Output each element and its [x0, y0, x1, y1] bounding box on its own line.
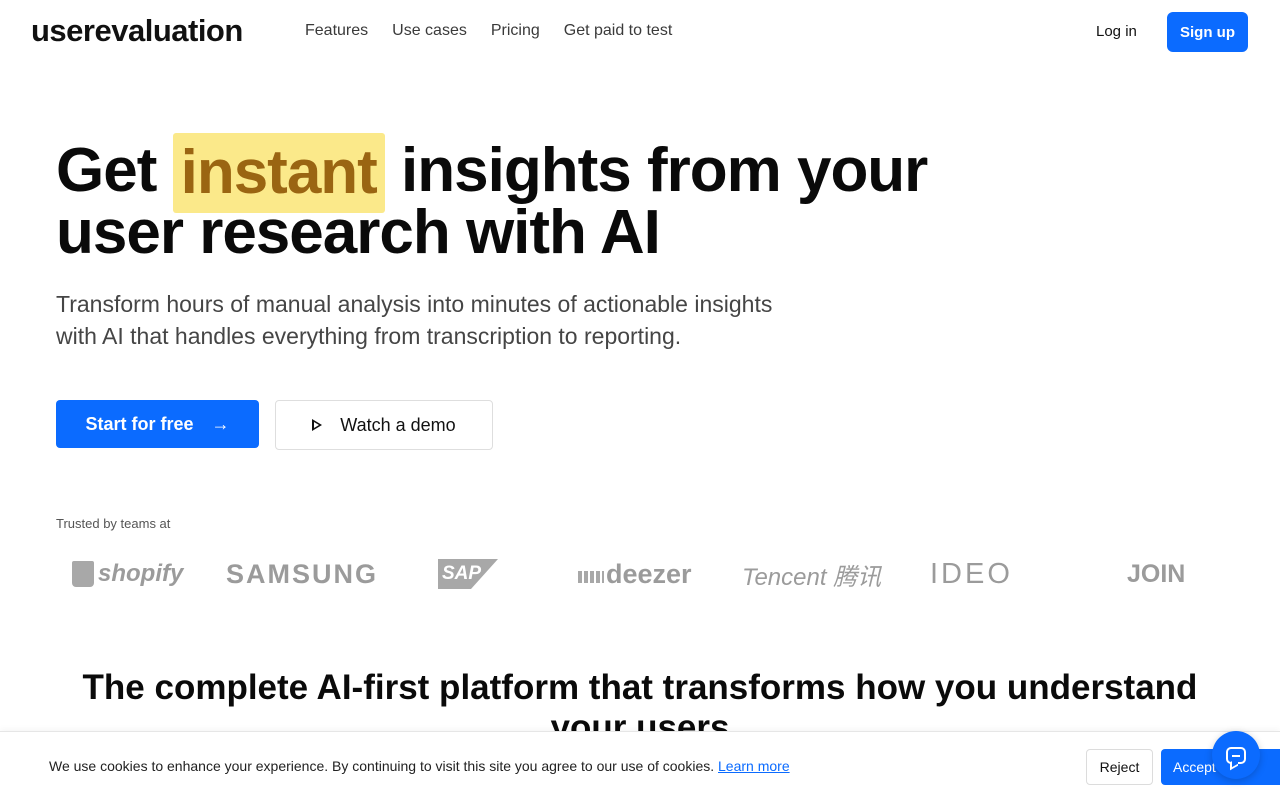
main-nav: Features Use cases Pricing Get paid to t… — [305, 22, 672, 40]
cookie-message: We use cookies to enhance your experienc… — [49, 758, 715, 774]
deezer-wordmark: deezer — [606, 558, 692, 589]
cookie-text: We use cookies to enhance your experienc… — [49, 758, 790, 774]
site-header: userevaluation Features Use cases Pricin… — [0, 0, 1280, 64]
nav-pricing[interactable]: Pricing — [491, 22, 540, 40]
watch-demo-button[interactable]: Watch a demo — [275, 400, 493, 450]
watch-demo-label: Watch a demo — [340, 414, 456, 435]
ideo-logo: IDEO — [930, 557, 1013, 590]
hero-title: Get instant insights from your user rese… — [56, 133, 1056, 267]
login-link[interactable]: Log in — [1096, 23, 1137, 40]
chat-widget-button[interactable] — [1212, 731, 1260, 779]
reject-cookies-button[interactable]: Reject — [1086, 749, 1153, 785]
join-logo: JOIN — [1127, 559, 1186, 588]
hero-title-after: insights from your — [384, 136, 928, 205]
shopify-bag-icon — [72, 561, 94, 587]
start-for-free-label: Start for free — [85, 413, 194, 434]
deezer-bars-icon — [578, 570, 604, 583]
shopify-logo: shopify — [72, 560, 183, 588]
tencent-logo: Tencent 腾讯 — [742, 563, 882, 591]
hero-subtitle: Transform hours of manual analysis into … — [56, 288, 856, 352]
hero-subtitle-line-2: with AI that handles everything from tra… — [56, 323, 682, 349]
play-icon — [312, 419, 323, 431]
hero-title-before: Get — [56, 136, 173, 205]
start-for-free-button[interactable]: Start for free → — [56, 400, 259, 448]
customer-logos: shopify SAMSUNG SAP deezer Tencent 腾讯 ID… — [56, 552, 1226, 596]
samsung-logo: SAMSUNG — [226, 558, 379, 589]
arrow-right-icon: → — [211, 413, 230, 434]
nav-use-cases[interactable]: Use cases — [392, 22, 467, 40]
hero-title-line-2: user research with AI — [56, 198, 661, 267]
sap-logo: SAP — [438, 559, 498, 589]
learn-more-link[interactable]: Learn more — [718, 758, 790, 774]
trusted-by-label: Trusted by teams at — [56, 516, 171, 531]
site-logo[interactable]: userevaluation — [31, 13, 243, 49]
shopify-wordmark: shopify — [98, 560, 184, 587]
cookie-banner: We use cookies to enhance your experienc… — [0, 731, 1280, 800]
hero-subtitle-line-1: Transform hours of manual analysis into … — [56, 291, 773, 317]
signup-button[interactable]: Sign up — [1167, 12, 1248, 52]
nav-get-paid-to-test[interactable]: Get paid to test — [564, 22, 673, 40]
chat-icon — [1226, 746, 1246, 764]
hero-title-line-1: Get instant insights from your — [56, 133, 1056, 213]
nav-features[interactable]: Features — [305, 22, 368, 40]
section-title-line-1: The complete AI-first platform that tran… — [82, 668, 1198, 707]
deezer-logo: deezer — [578, 559, 692, 590]
